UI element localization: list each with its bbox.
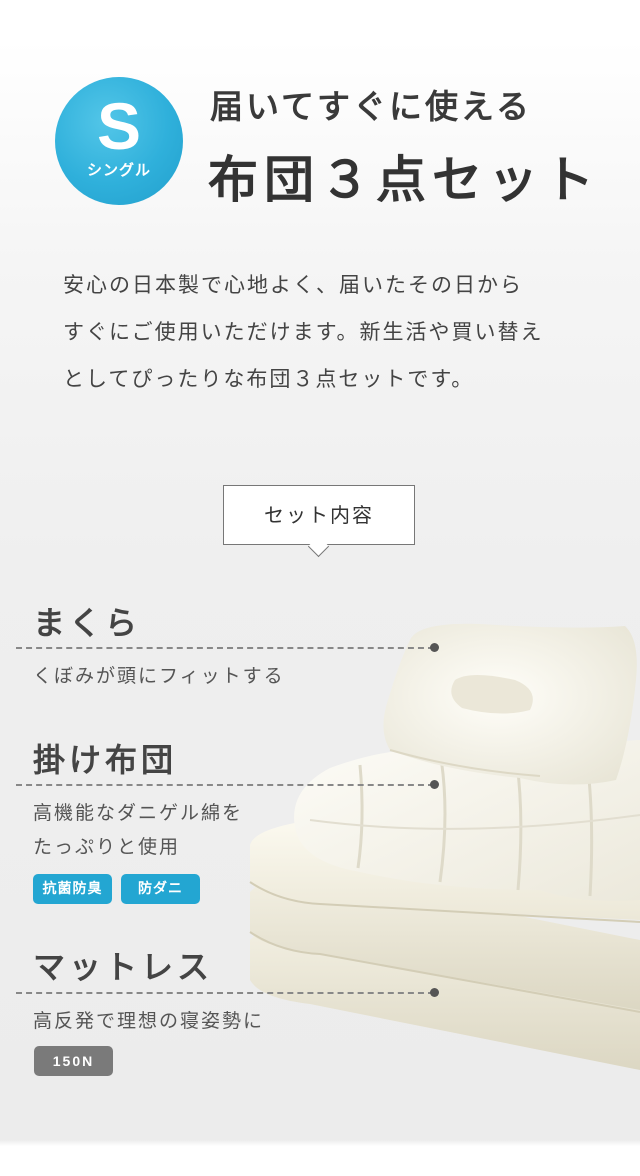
item-desc-comforter: 高機能なダニゲル綿を たっぷりと使用	[33, 796, 243, 864]
intro-line: 安心の日本製で心地よく、届いたその日から	[63, 273, 523, 297]
firmness-tag: 150N	[34, 1046, 113, 1076]
leader-line-comforter	[16, 784, 434, 786]
section-label-text: セット内容	[264, 503, 374, 527]
leader-dot-pillow	[430, 643, 439, 652]
item-desc-line: くぼみが頭にフィットする	[33, 665, 285, 687]
item-desc-line: 高反発で理想の寝姿勢に	[33, 1010, 265, 1032]
size-label: シングル	[86, 161, 151, 179]
product-set-page: S シングル 届いてすぐに使える 布団３点セット 安心の日本製で心地よく、届いた…	[0, 0, 640, 1176]
feature-tag-anti-mite: 防ダニ	[121, 874, 200, 904]
bedding-set-image	[249, 623, 640, 1070]
section-label-pointer	[307, 535, 330, 558]
page-subtitle: 届いてすぐに使える	[210, 87, 533, 126]
intro-line: すぐにご使用いただけます。新生活や買い替え	[63, 320, 544, 344]
intro-text: 安心の日本製で心地よく、届いたその日から すぐにご使用いただけます。新生活や買い…	[63, 262, 603, 403]
section-label: セット内容	[223, 485, 415, 558]
intro-line: としてぴったりな布団３点セットです。	[63, 367, 475, 391]
leader-dot-comforter	[430, 780, 439, 789]
item-title-comforter: 掛け布団	[33, 741, 178, 779]
item-title-pillow: まくら	[33, 604, 142, 642]
size-letter: S	[96, 89, 142, 163]
item-desc-line: 高機能なダニゲル綿を	[33, 802, 244, 824]
item-desc-line: たっぷりと使用	[33, 836, 181, 858]
page-title: 布団３点セット	[208, 151, 600, 209]
leader-line-mattress	[16, 992, 434, 994]
item-desc-mattress: 高反発で理想の寝姿勢に	[33, 1004, 264, 1038]
size-badge: S シングル	[55, 77, 183, 205]
item-desc-pillow: くぼみが頭にフィットする	[33, 659, 285, 693]
leader-dot-mattress	[430, 988, 439, 997]
leader-line-pillow	[16, 647, 434, 649]
item-title-mattress: マットレス	[33, 948, 214, 986]
feature-tag-antibacterial: 抗菌防臭	[33, 874, 112, 904]
